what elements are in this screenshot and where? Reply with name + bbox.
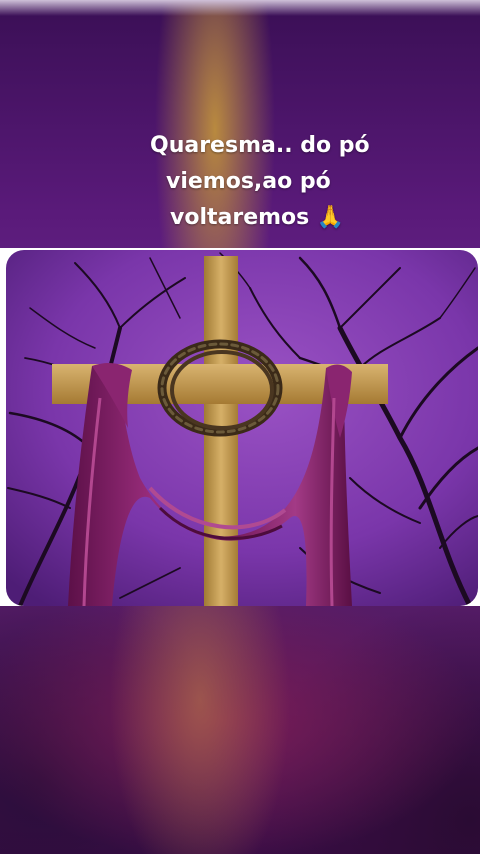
post-caption: Quaresma.. do pó viemos,ao pó voltaremos… bbox=[100, 128, 390, 236]
cross-illustration bbox=[6, 250, 478, 606]
caption-line-1: Quaresma.. do pó bbox=[150, 133, 370, 158]
cross-photo bbox=[0, 248, 480, 606]
caption-line-2: viemos,ao pó bbox=[166, 169, 331, 194]
status-bar-shadow bbox=[0, 0, 480, 16]
caption-line-3: voltaremos 🙏 bbox=[170, 205, 345, 230]
